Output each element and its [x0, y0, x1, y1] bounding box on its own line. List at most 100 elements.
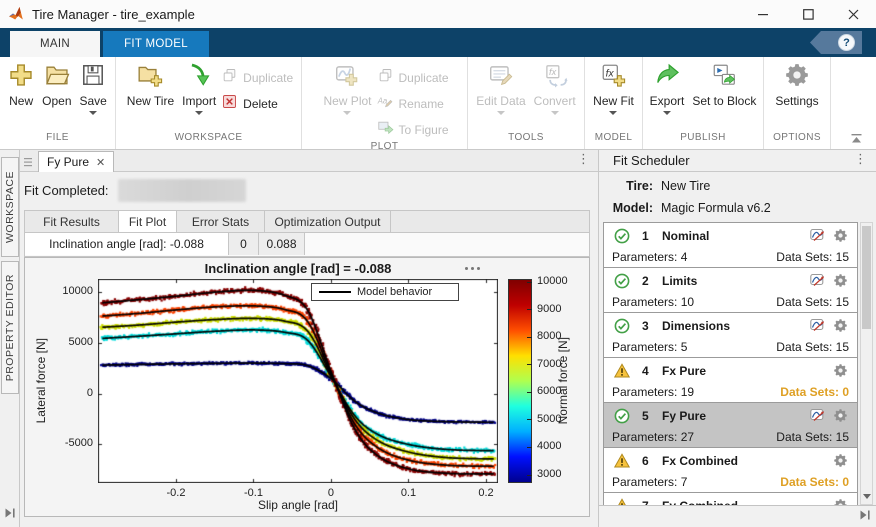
- chart-options-icon[interactable]: [465, 267, 480, 270]
- fit-step-fy-pure[interactable]: 5Fy PureParameters: 27Data Sets: 15: [603, 402, 858, 448]
- dropdown-caret-icon[interactable]: [195, 111, 203, 115]
- delete-button[interactable]: Delete: [221, 92, 293, 115]
- result-tabs: Fit ResultsFit PlotError Stats Optimizati…: [24, 210, 590, 233]
- close-tab-icon[interactable]: ✕: [96, 156, 105, 169]
- fit-step-name: Fy Pure: [662, 409, 706, 423]
- to-figure-button[interactable]: To Figure: [377, 118, 449, 141]
- collapse-ribbon-button[interactable]: [850, 131, 863, 149]
- maximize-button[interactable]: [786, 0, 831, 28]
- gear-icon[interactable]: [833, 453, 849, 469]
- y-tick-label: 0: [49, 387, 93, 399]
- save-button[interactable]: Save: [77, 60, 110, 115]
- rail-tab-property-editor[interactable]: PROPERTY EDITOR: [1, 261, 19, 394]
- fit-plot-icon[interactable]: [810, 273, 826, 289]
- edit-data-button[interactable]: Edit Data: [473, 60, 528, 115]
- tab-bar-menu-icon[interactable]: [24, 155, 33, 173]
- inclination-tab-inclination-angle-rad-0-088[interactable]: Inclination angle [rad]: -0.088: [25, 233, 229, 255]
- fit-plot-icon[interactable]: [810, 408, 826, 424]
- fit-step-fy-combined[interactable]: 7Fy Combined: [603, 492, 858, 505]
- scheduler-scrollbar[interactable]: [860, 222, 873, 505]
- ribbon-tab-main[interactable]: MAIN: [10, 31, 100, 57]
- gear-icon[interactable]: [833, 498, 849, 505]
- fit-step-dimensions[interactable]: 3DimensionsParameters: 5Data Sets: 15: [603, 312, 858, 358]
- rail-tab-workspace[interactable]: WORKSPACE: [1, 157, 19, 257]
- fit-step-fx-pure[interactable]: 4Fx PureParameters: 19Data Sets: 0: [603, 357, 858, 403]
- settings-button[interactable]: Settings: [772, 60, 821, 108]
- document-tab-fy-pure[interactable]: Fy Pure ✕: [38, 151, 114, 172]
- svg-text:fx: fx: [549, 67, 557, 77]
- fit-step-limits[interactable]: 2LimitsParameters: 10Data Sets: 15: [603, 267, 858, 313]
- data-sets-count: Data Sets: 0: [780, 385, 849, 399]
- gear-icon[interactable]: [833, 363, 849, 379]
- result-tab-optimization-output[interactable]: Optimization Output: [265, 211, 391, 232]
- export-button[interactable]: Export: [647, 60, 688, 115]
- ribbon-section-workspace: New TireImport Duplicate Delete WORKSPACE: [116, 57, 302, 149]
- fit-plot-icon[interactable]: [810, 318, 826, 334]
- open-button[interactable]: Open: [39, 60, 74, 108]
- duplicate-button[interactable]: Duplicate: [221, 66, 293, 89]
- expand-panel-icon[interactable]: [4, 506, 16, 524]
- gear-icon[interactable]: [833, 408, 849, 424]
- result-tab-fit-plot[interactable]: Fit Plot: [119, 211, 177, 232]
- parameters-count: Parameters: 7: [612, 475, 687, 489]
- scrollbar-down-button[interactable]: [861, 490, 872, 503]
- fit-plot-icon[interactable]: [810, 228, 826, 244]
- panel-menu-icon[interactable]: ⋮: [577, 154, 590, 164]
- dropdown-caret-icon[interactable]: [609, 111, 617, 115]
- fit-step-fx-combined[interactable]: 6Fx CombinedParameters: 7Data Sets: 0: [603, 447, 858, 493]
- new-fit-icon: fx: [600, 62, 626, 93]
- convert-button[interactable]: fxConvert: [531, 60, 579, 115]
- scrollbar-thumb[interactable]: [862, 226, 871, 329]
- new-tire-button[interactable]: New Tire: [124, 60, 177, 108]
- dropdown-caret-icon[interactable]: [89, 111, 97, 115]
- import-button[interactable]: Import: [179, 60, 219, 115]
- button-label: To Figure: [399, 123, 449, 137]
- export-icon: [654, 62, 680, 93]
- dropdown-caret-icon[interactable]: [497, 111, 505, 115]
- new-button[interactable]: New: [5, 60, 37, 108]
- dropdown-caret-icon[interactable]: [343, 111, 351, 115]
- button-label: New Plot: [323, 94, 371, 108]
- gear-icon[interactable]: [833, 228, 849, 244]
- status-warning-icon: [614, 363, 630, 379]
- parameters-count: Parameters: 5: [612, 340, 687, 354]
- colorbar-tick-label: 10000: [537, 275, 568, 287]
- tab-label: Optimization Output: [274, 215, 380, 229]
- scheduler-menu-icon[interactable]: ⋮: [854, 154, 867, 164]
- rename-button[interactable]: AaRename: [377, 92, 449, 115]
- fit-step-name: Fx Combined: [662, 454, 738, 468]
- settings-icon: [784, 62, 810, 93]
- help-button[interactable]: ?: [810, 31, 862, 54]
- colorbar-tick-mark: [527, 475, 532, 476]
- gear-icon[interactable]: [833, 273, 849, 289]
- ribbon-tab-fit-model[interactable]: FIT MODEL: [103, 31, 209, 57]
- x-tick-label: -0.2: [156, 487, 196, 499]
- colorbar-tick-mark: [527, 282, 532, 283]
- fit-step-list: 1NominalParameters: 4Data Sets: 152Limit…: [603, 222, 858, 505]
- duplicate-button[interactable]: Duplicate: [377, 66, 449, 89]
- fit-step-nominal[interactable]: 1NominalParameters: 4Data Sets: 15: [603, 222, 858, 268]
- dropdown-caret-icon[interactable]: [663, 111, 671, 115]
- minimize-button[interactable]: [741, 0, 786, 28]
- new-plot-button[interactable]: New Plot: [320, 60, 374, 115]
- document-tab-bar: Fy Pure ✕ ⋮: [20, 150, 598, 172]
- result-tab-error-stats[interactable]: Error Stats: [177, 211, 265, 232]
- dropdown-caret-icon[interactable]: [551, 111, 559, 115]
- ribbon-section-name: WORKSPACE: [116, 132, 301, 149]
- inclination-tab-0[interactable]: 0: [229, 233, 259, 255]
- close-button[interactable]: [831, 0, 876, 28]
- ribbon-section-name: OPTIONS: [764, 132, 830, 149]
- title-bar: Tire Manager - tire_example: [0, 0, 876, 28]
- fit-step-number: 1: [642, 229, 649, 243]
- expand-panel-icon[interactable]: [859, 508, 871, 526]
- fit-plot-area: Inclination angle [rad] = -0.088 Model b…: [24, 257, 590, 517]
- gear-icon[interactable]: [833, 318, 849, 334]
- set-to-block-button[interactable]: Set to Block: [689, 60, 759, 108]
- new-fit-button[interactable]: fxNew Fit: [590, 60, 637, 115]
- colorbar-tick-label: 6000: [537, 385, 561, 397]
- button-label: Duplicate: [243, 71, 293, 85]
- inclination-tab-0-088[interactable]: 0.088: [259, 233, 305, 255]
- fit-plot-canvas: [98, 279, 498, 483]
- new-tire-icon: [137, 62, 163, 93]
- result-tab-fit-results[interactable]: Fit Results: [25, 211, 119, 232]
